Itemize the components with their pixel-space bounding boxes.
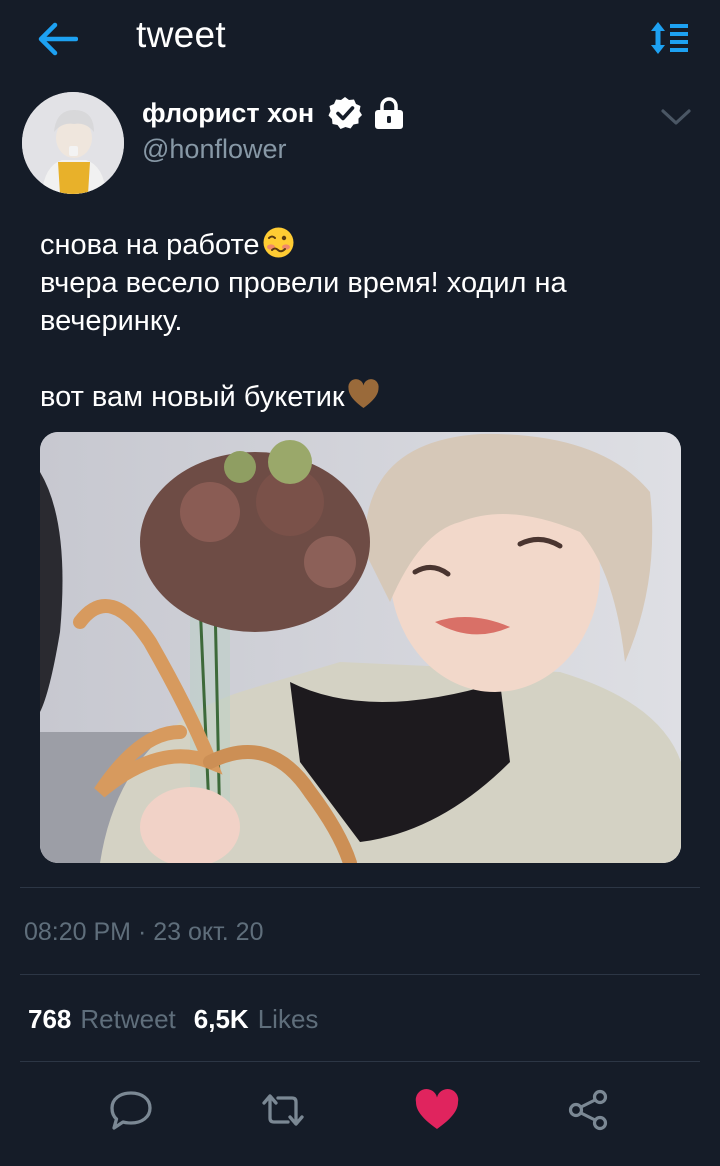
author-name-row: флорист хон	[142, 96, 406, 130]
retweets-label: Retweet	[80, 1004, 176, 1034]
top-bar: tweet	[0, 0, 720, 78]
tweet-timestamp: 08:20 PM · 23 окт. 20	[24, 918, 264, 946]
divider	[20, 887, 700, 888]
retweet-icon	[262, 1094, 304, 1126]
divider	[20, 1061, 700, 1062]
sort-button[interactable]	[650, 20, 690, 56]
chevron-down-icon	[661, 109, 691, 125]
display-name[interactable]: флорист хон	[142, 98, 314, 129]
woozy-face-emoji-icon	[263, 227, 294, 258]
back-button[interactable]	[36, 20, 79, 58]
retweet-button[interactable]	[260, 1088, 306, 1132]
retweets-stat[interactable]: 768 Retweet	[28, 1004, 176, 1035]
tweet-line: вчера весело провели время! ходил на веч…	[40, 267, 567, 337]
like-button[interactable]	[414, 1088, 460, 1132]
tweet-line: вот вам новый букетик	[40, 378, 690, 416]
heart-icon	[415, 1089, 459, 1129]
share-icon	[568, 1089, 608, 1131]
reply-icon	[110, 1091, 152, 1130]
avatar[interactable]	[22, 92, 124, 194]
tweet-options-button[interactable]	[658, 104, 694, 128]
lock-icon	[375, 97, 404, 129]
share-button[interactable]	[566, 1088, 612, 1132]
page-title: tweet	[136, 14, 226, 55]
likes-label: Likes	[257, 1004, 319, 1034]
tweet-line: снова на работе	[40, 226, 690, 264]
brown-heart-emoji-icon	[347, 379, 379, 408]
divider	[20, 974, 700, 975]
likes-stat[interactable]: 6,5K Likes	[194, 1004, 319, 1035]
tweet-stats: 768 Retweet 6,5K Likes	[28, 1004, 318, 1035]
tweet-line-text: вот вам новый букетик	[40, 381, 345, 413]
sort-list-icon	[651, 22, 688, 54]
likes-count: 6,5K	[193, 1004, 249, 1034]
tweet-text: снова на работе вчера весело провели вре…	[40, 226, 690, 416]
tweet-line-text: снова на работе	[40, 229, 260, 261]
tweet-photo[interactable]	[40, 432, 681, 863]
reply-button[interactable]	[108, 1088, 154, 1132]
verified-badge-icon	[328, 97, 363, 129]
arrow-left-icon	[38, 22, 79, 56]
author-handle[interactable]: @honflower	[142, 134, 286, 165]
retweets-count: 768	[28, 1004, 72, 1034]
